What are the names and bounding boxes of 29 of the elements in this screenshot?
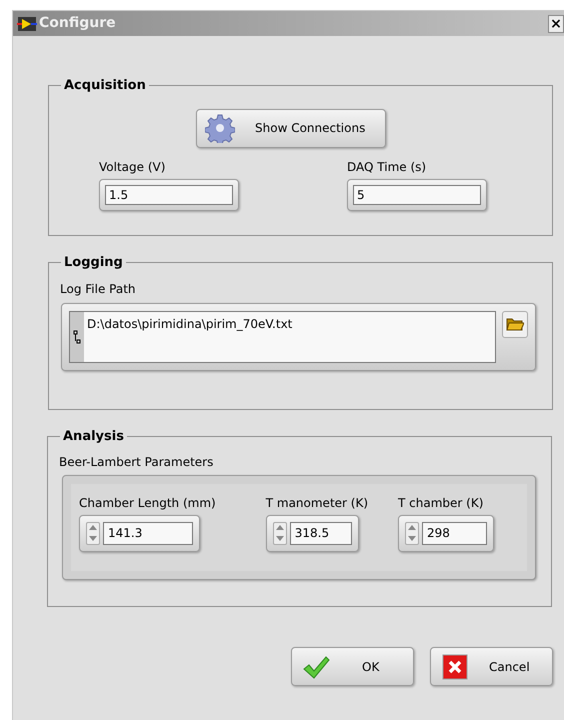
gear-icon bbox=[205, 113, 235, 143]
close-icon bbox=[441, 652, 469, 680]
numeric-field[interactable]: 318.5 bbox=[266, 514, 359, 552]
path-field[interactable]: D:\datos\pirimidina\pirim_70eV.txt bbox=[61, 302, 536, 370]
numeric-field[interactable]: 141.3 bbox=[79, 514, 200, 552]
ok-button[interactable]: OK bbox=[291, 647, 414, 686]
show-connections-button[interactable]: Show Connections bbox=[196, 108, 386, 148]
field-label: Voltage (V) bbox=[99, 158, 166, 176]
input-field[interactable]: 5 bbox=[347, 178, 487, 210]
field-label: Chamber Length (mm) bbox=[79, 494, 216, 512]
app-icon bbox=[17, 16, 37, 32]
group-title: Analysis bbox=[62, 428, 125, 446]
folder-icon[interactable] bbox=[502, 310, 528, 338]
spinner-icon[interactable] bbox=[86, 522, 100, 544]
window-title: Configure bbox=[39, 14, 116, 33]
numeric-field[interactable]: 298 bbox=[398, 514, 494, 552]
spinner-icon[interactable] bbox=[405, 522, 420, 544]
input-field[interactable]: 1.5 bbox=[99, 178, 239, 210]
field-label: T chamber (K) bbox=[398, 494, 484, 512]
close-button[interactable]: × bbox=[548, 14, 564, 32]
group-title: Logging bbox=[63, 254, 124, 272]
section-label: Beer-Lambert Parameters bbox=[59, 454, 214, 470]
field-label: DAQ Time (s) bbox=[347, 158, 428, 176]
cancel-button[interactable]: Cancel bbox=[430, 647, 553, 686]
spinner-icon[interactable] bbox=[272, 522, 287, 544]
field-label: T manometer (K) bbox=[266, 494, 368, 512]
path-icon bbox=[70, 312, 84, 362]
field-label: Log File Path bbox=[60, 280, 137, 298]
group-title: Acquisition bbox=[63, 77, 147, 95]
